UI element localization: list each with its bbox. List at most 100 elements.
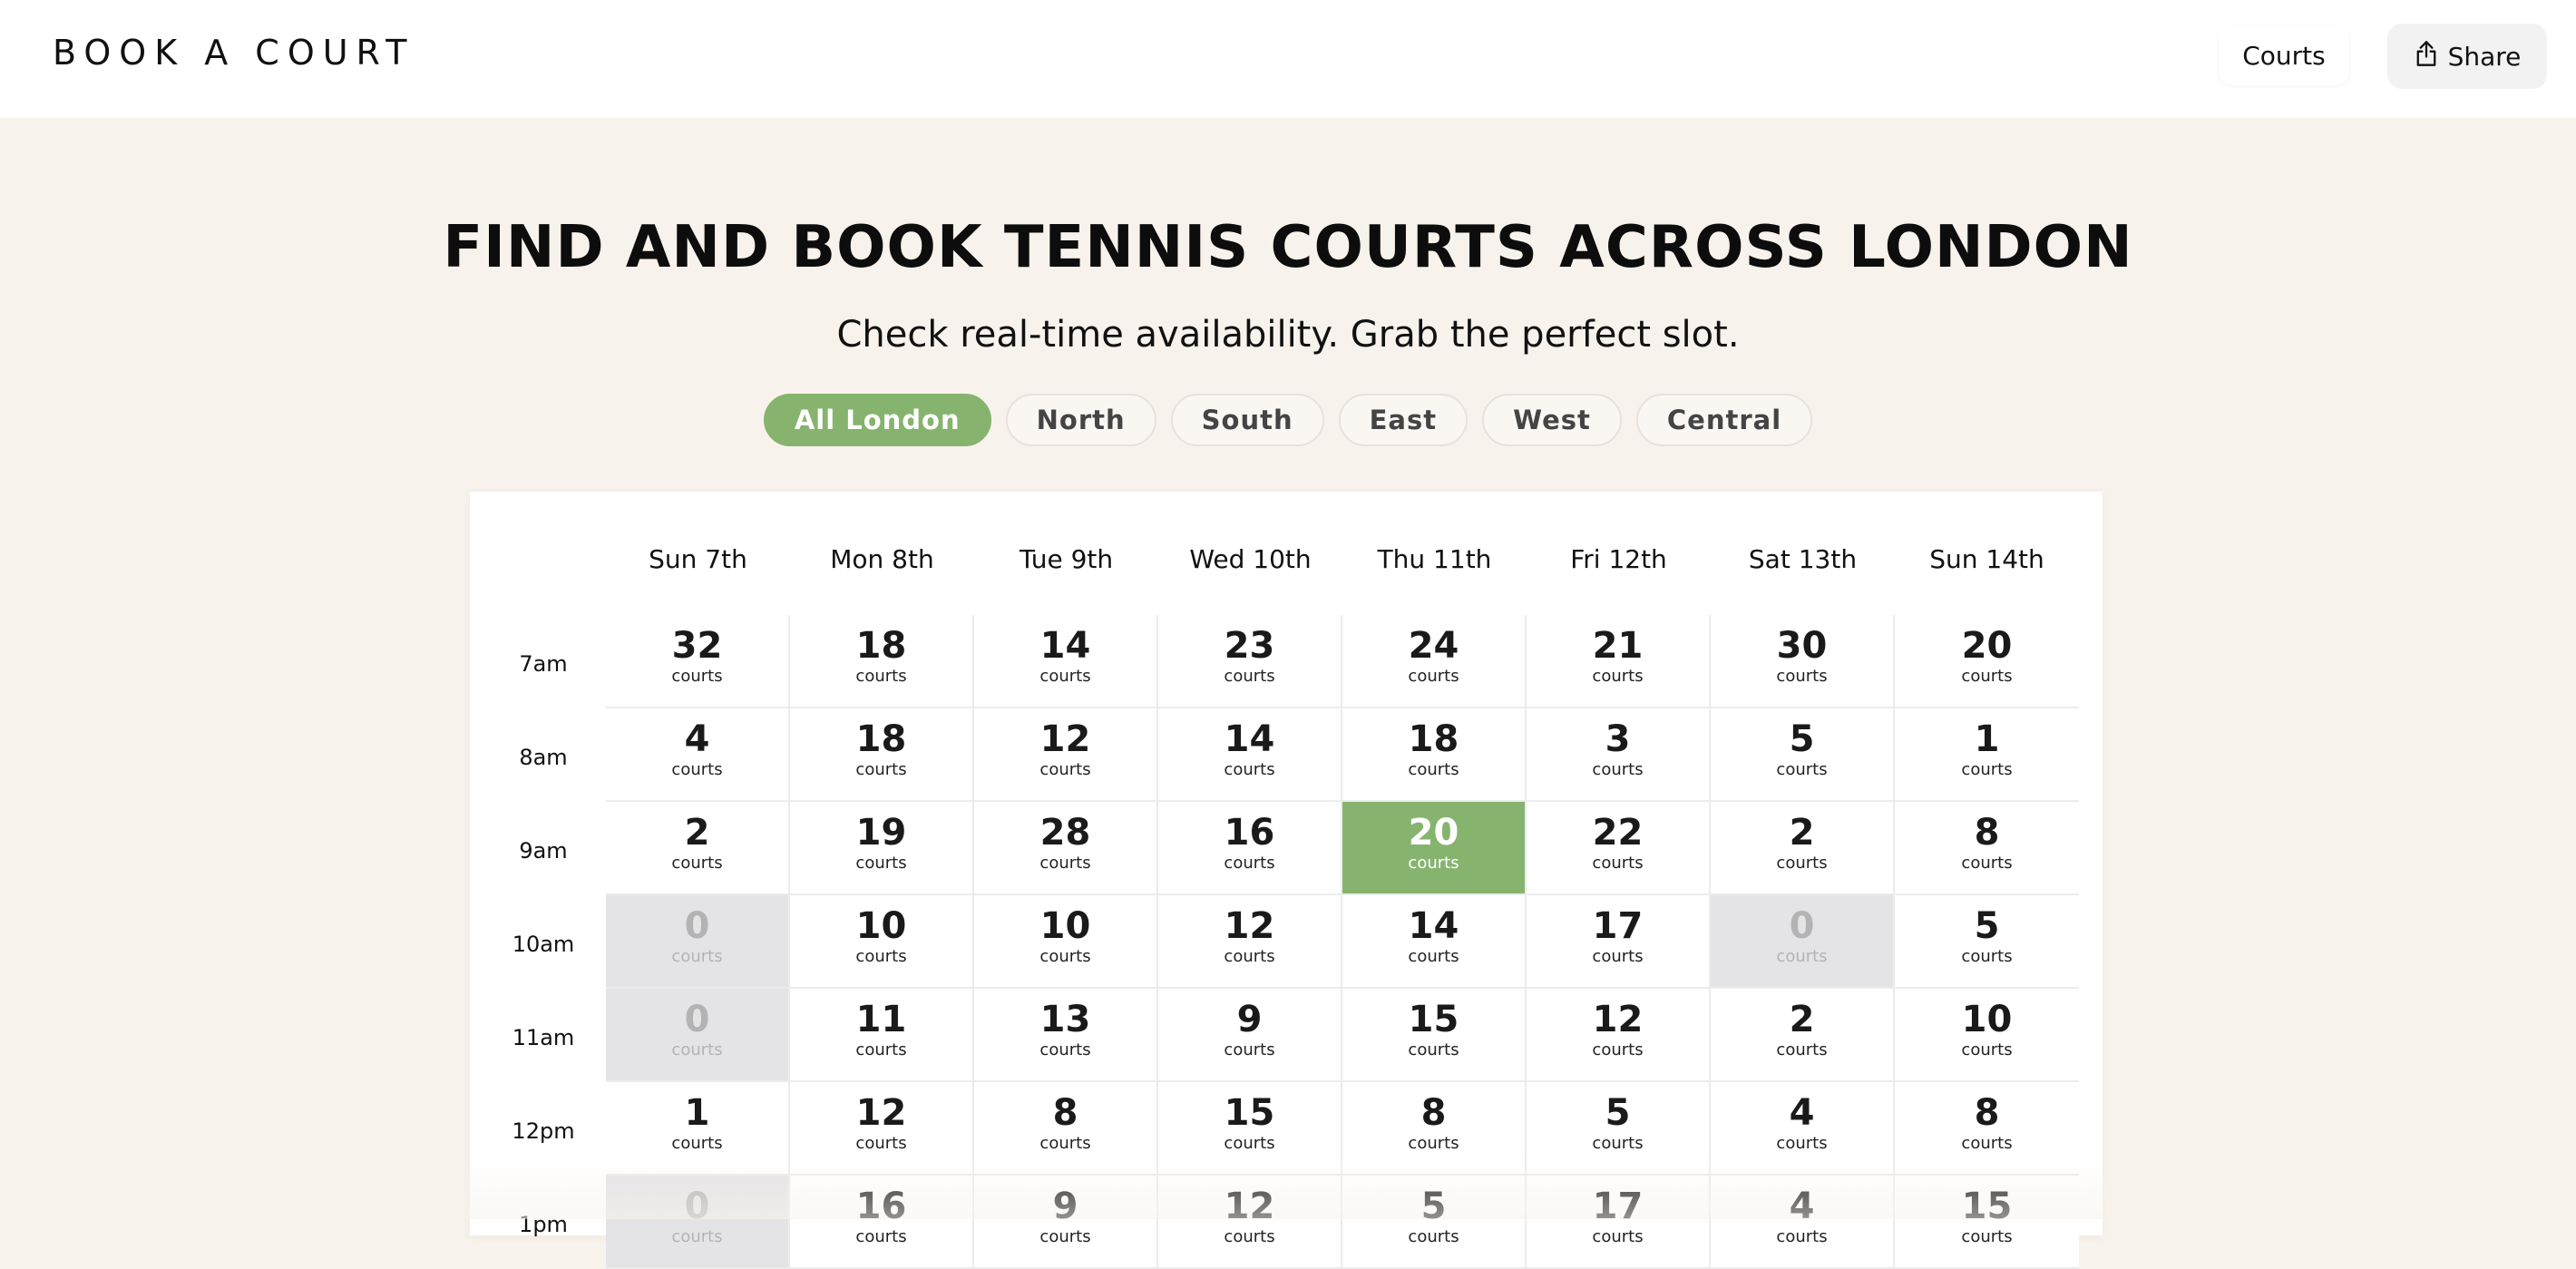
- court-count-unit: courts: [1776, 667, 1828, 686]
- time-slot-cell[interactable]: 19 courts: [790, 802, 974, 895]
- time-slot-cell[interactable]: 0 courts: [606, 1176, 790, 1269]
- court-count-unit: courts: [1408, 1040, 1459, 1059]
- time-slot-cell[interactable]: 32 courts: [606, 615, 790, 708]
- time-slot-cell[interactable]: 9 courts: [974, 1176, 1158, 1269]
- time-slot-cell[interactable]: 2 courts: [1711, 802, 1895, 895]
- time-slot-cell[interactable]: 5 courts: [1342, 1176, 1527, 1269]
- court-count: 14: [1039, 625, 1091, 667]
- time-slot-cell[interactable]: 10 courts: [1895, 989, 2079, 1082]
- court-count-unit: courts: [671, 854, 723, 873]
- time-slot-cell[interactable]: 12 courts: [1158, 1176, 1342, 1269]
- court-count: 16: [1224, 812, 1275, 854]
- court-count-unit: courts: [1592, 667, 1644, 686]
- court-count-unit: courts: [1961, 1040, 2013, 1059]
- filter-pill-central[interactable]: Central: [1635, 394, 1813, 446]
- court-count: 2: [1789, 999, 1815, 1040]
- time-slot-cell[interactable]: 22 courts: [1527, 802, 1711, 895]
- time-slot-cell[interactable]: 15 courts: [1342, 989, 1527, 1082]
- time-slot-cell[interactable]: 16 courts: [790, 1176, 974, 1269]
- time-slot-cell[interactable]: 18 courts: [1342, 708, 1527, 802]
- court-count: 1: [684, 1092, 710, 1134]
- time-slot-cell[interactable]: 17 courts: [1527, 895, 1711, 989]
- time-slot-cell[interactable]: 18 courts: [790, 615, 974, 708]
- time-slot-cell[interactable]: 8 courts: [1895, 802, 2079, 895]
- time-slot-cell[interactable]: 20 courts: [1895, 615, 2079, 708]
- court-count: 3: [1605, 718, 1631, 760]
- day-header: Sat 13th: [1748, 544, 1858, 574]
- time-slot-cell[interactable]: 10 courts: [790, 895, 974, 989]
- time-slot-cell[interactable]: 24 courts: [1342, 615, 1527, 708]
- filter-pill-all-london[interactable]: All London: [763, 394, 991, 446]
- court-count-unit: courts: [1776, 1134, 1828, 1153]
- time-slot-cell[interactable]: 1 courts: [1895, 708, 2079, 802]
- time-slot-cell[interactable]: 15 courts: [1158, 1082, 1342, 1176]
- time-slot-cell[interactable]: 0 courts: [1711, 895, 1895, 989]
- time-label: 1pm: [519, 1212, 568, 1237]
- time-slot-cell[interactable]: 15 courts: [1895, 1176, 2079, 1269]
- court-count: 20: [1408, 812, 1459, 854]
- filter-pill-east[interactable]: East: [1338, 394, 1469, 446]
- time-slot-cell[interactable]: 9 courts: [1158, 989, 1342, 1082]
- time-slot-cell[interactable]: 8 courts: [1895, 1082, 2079, 1176]
- time-slot-cell[interactable]: 0 courts: [606, 895, 790, 989]
- time-slot-cell[interactable]: 12 courts: [974, 708, 1158, 802]
- time-slot-cell[interactable]: 21 courts: [1527, 615, 1711, 708]
- time-slot-cell[interactable]: 14 courts: [1158, 708, 1342, 802]
- time-slot-cell[interactable]: 5 courts: [1711, 708, 1895, 802]
- filter-pill-west[interactable]: West: [1482, 394, 1622, 446]
- court-count: 8: [1974, 1092, 2000, 1134]
- time-slot-cell[interactable]: 12 courts: [790, 1082, 974, 1176]
- court-count-unit: courts: [1408, 854, 1459, 873]
- time-slot-cell[interactable]: 4 courts: [606, 708, 790, 802]
- time-slot-cell[interactable]: 4 courts: [1711, 1176, 1895, 1269]
- time-label: 9am: [519, 838, 568, 864]
- time-slot-cell[interactable]: 17 courts: [1527, 1176, 1711, 1269]
- time-slot-cell[interactable]: 2 courts: [606, 802, 790, 895]
- court-count-unit: courts: [1961, 760, 2013, 779]
- top-navigation-bar: BOOK A COURT Courts Share: [0, 0, 2576, 118]
- filter-pill-south[interactable]: South: [1170, 394, 1324, 446]
- time-slot-cell[interactable]: 3 courts: [1527, 708, 1711, 802]
- court-count: 12: [855, 1092, 907, 1134]
- time-slot-cell[interactable]: 2 courts: [1711, 989, 1895, 1082]
- court-count: 10: [1039, 905, 1091, 947]
- time-slot-cell[interactable]: 30 courts: [1711, 615, 1895, 708]
- share-button[interactable]: Share: [2387, 24, 2547, 89]
- filter-pill-north[interactable]: North: [1005, 394, 1156, 446]
- court-count: 5: [1420, 1186, 1447, 1227]
- day-header: Fri 12th: [1570, 544, 1667, 574]
- time-slot-cell[interactable]: 14 courts: [974, 615, 1158, 708]
- time-slot-cell[interactable]: 13 courts: [974, 989, 1158, 1082]
- court-count-unit: courts: [1961, 1134, 2013, 1153]
- time-slot-cell[interactable]: 1 courts: [606, 1082, 790, 1176]
- time-slot-cell[interactable]: 28 courts: [974, 802, 1158, 895]
- court-count-unit: courts: [1408, 760, 1459, 779]
- court-count-unit: courts: [1776, 854, 1828, 873]
- court-count: 9: [1052, 1186, 1078, 1227]
- brand-logo[interactable]: BOOK A COURT: [53, 33, 415, 73]
- time-slot-cell[interactable]: 14 courts: [1342, 895, 1527, 989]
- time-slot-cell[interactable]: 20 courts: [1342, 802, 1527, 895]
- time-slot-cell[interactable]: 5 courts: [1895, 895, 2079, 989]
- time-slot-cell[interactable]: 10 courts: [974, 895, 1158, 989]
- court-count-unit: courts: [855, 667, 907, 686]
- time-slot-cell[interactable]: 16 courts: [1158, 802, 1342, 895]
- time-slot-cell[interactable]: 4 courts: [1711, 1082, 1895, 1176]
- time-slot-cell[interactable]: 8 courts: [1342, 1082, 1527, 1176]
- time-slot-cell[interactable]: 18 courts: [790, 708, 974, 802]
- court-count: 17: [1592, 1186, 1644, 1227]
- court-count: 4: [1789, 1092, 1815, 1134]
- time-slot-cell[interactable]: 11 courts: [790, 989, 974, 1082]
- time-slot-cell[interactable]: 5 courts: [1527, 1082, 1711, 1176]
- day-header: Wed 10th: [1189, 544, 1312, 574]
- court-count-unit: courts: [1776, 760, 1828, 779]
- court-count-unit: courts: [1224, 1134, 1275, 1153]
- court-count-unit: courts: [1961, 1227, 2013, 1246]
- courts-nav-button[interactable]: Courts: [2219, 25, 2349, 85]
- time-slot-cell[interactable]: 12 courts: [1527, 989, 1711, 1082]
- time-slot-cell[interactable]: 8 courts: [974, 1082, 1158, 1176]
- time-slot-cell[interactable]: 23 courts: [1158, 615, 1342, 708]
- time-slot-cell[interactable]: 12 courts: [1158, 895, 1342, 989]
- time-slot-cell[interactable]: 0 courts: [606, 989, 790, 1082]
- availability-grid: Sun 7th Mon 8th Tue 9th Wed 10th Thu 11th Fri…: [470, 492, 2103, 1269]
